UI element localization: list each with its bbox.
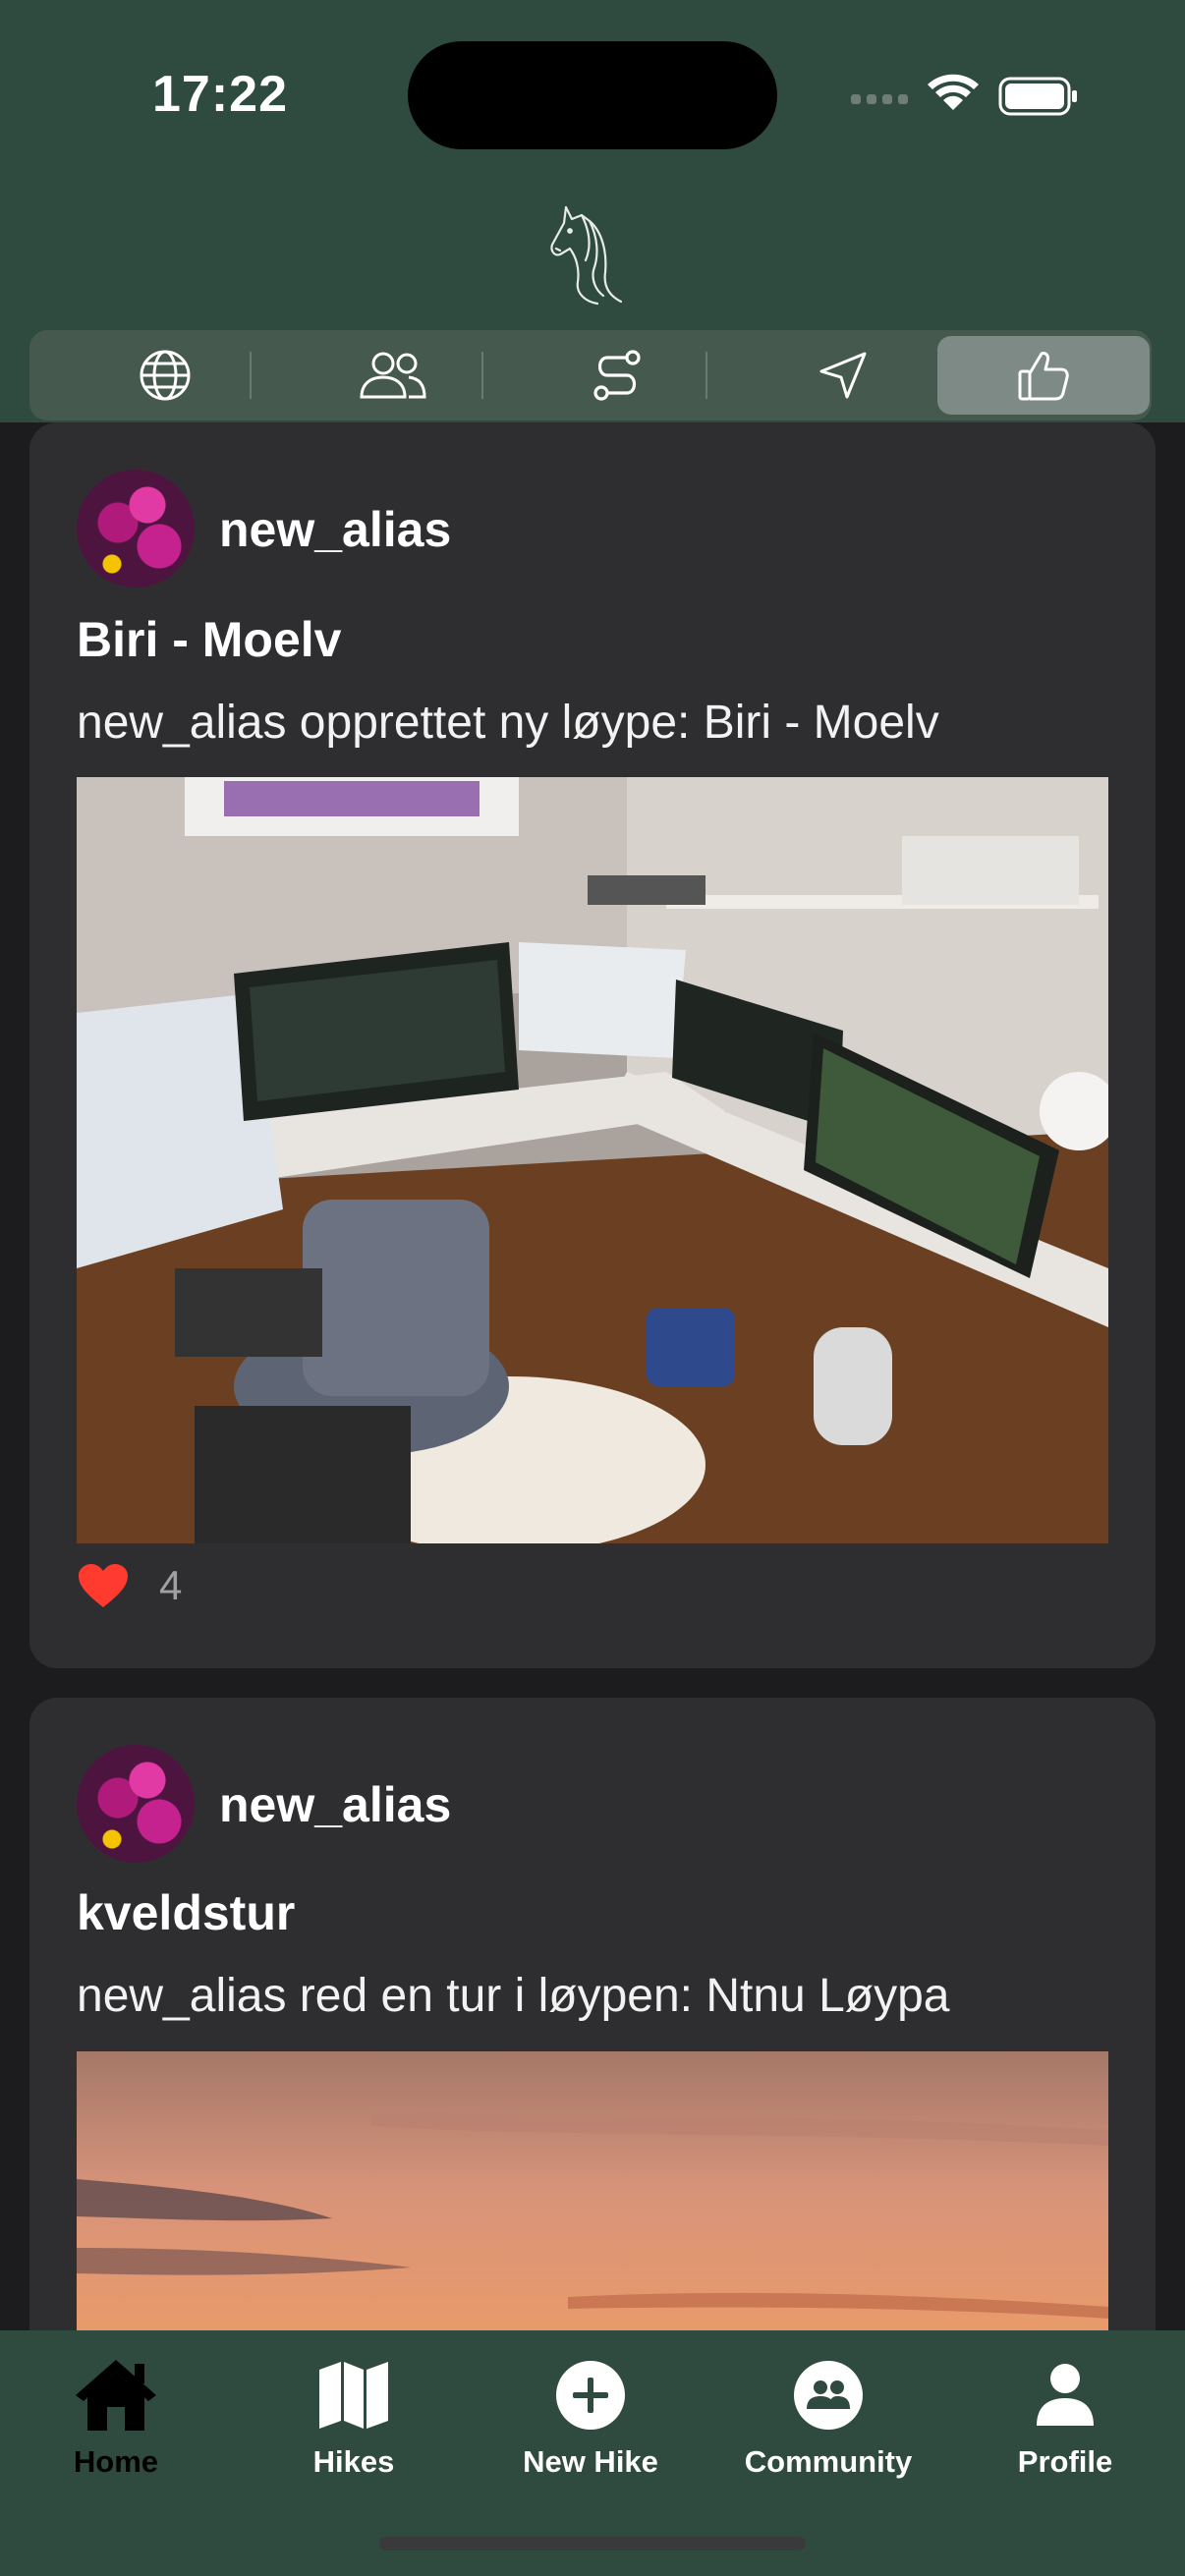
tab-label: New Hike	[523, 2444, 658, 2479]
dynamic-island	[408, 41, 777, 149]
tab-home[interactable]: Home	[8, 2354, 224, 2492]
segment-divider	[705, 352, 707, 399]
filter-tab-nearby[interactable]	[737, 336, 949, 415]
heart-icon[interactable]	[77, 1562, 130, 1609]
location-arrow-icon	[819, 352, 867, 399]
plus-circle-icon	[556, 2361, 625, 2430]
tab-label: Home	[73, 2444, 159, 2479]
like-count: 4	[159, 1562, 183, 1608]
person-icon	[1037, 2364, 1094, 2426]
post-card[interactable]: new_alias kveldstur new_alias red en tur…	[29, 1698, 1156, 2330]
wifi-icon	[928, 74, 979, 110]
tab-community[interactable]: Community	[720, 2354, 936, 2492]
activity-feed[interactable]: new_alias Biri - Moelv new_alias opprett…	[0, 422, 1185, 2330]
like-row: 4	[77, 1562, 182, 1609]
filter-tab-routes[interactable]	[511, 336, 723, 415]
avatar[interactable]	[77, 470, 195, 588]
thumbs-up-icon	[1018, 352, 1069, 401]
segment-divider	[481, 352, 483, 399]
post-username[interactable]: new_alias	[219, 1776, 451, 1833]
signal-icon	[851, 94, 908, 104]
post-title: Biri - Moelv	[77, 612, 342, 667]
status-icons	[851, 74, 1077, 116]
tab-label: Community	[744, 2444, 913, 2479]
house-icon	[76, 2360, 156, 2431]
post-description: new_alias red en tur i løypen: Ntnu Løyp…	[77, 1970, 950, 2022]
post-photo[interactable]	[77, 2051, 1108, 2330]
people-icon	[360, 352, 426, 399]
post-card[interactable]: new_alias Biri - Moelv new_alias opprett…	[29, 422, 1156, 1668]
home-indicator[interactable]	[379, 2537, 806, 2550]
tab-hikes[interactable]: Hikes	[246, 2354, 462, 2492]
post-photo[interactable]	[77, 777, 1108, 1543]
horse-logo-icon	[550, 205, 623, 306]
map-icon	[319, 2362, 388, 2429]
post-title: kveldstur	[77, 1885, 296, 1940]
avatar[interactable]	[77, 1745, 195, 1863]
globe-icon	[140, 350, 191, 401]
segment-divider	[250, 352, 252, 399]
tab-profile[interactable]: Profile	[957, 2354, 1173, 2492]
tab-label: Profile	[1017, 2444, 1113, 2479]
post-username[interactable]: new_alias	[219, 501, 451, 558]
post-description: new_alias opprettet ny løype: Biri - Moe…	[77, 697, 939, 749]
battery-icon	[998, 77, 1077, 116]
status-time: 17:22	[152, 66, 288, 123]
community-icon	[794, 2361, 863, 2430]
tab-label: Hikes	[312, 2444, 395, 2479]
filter-tab-friends[interactable]	[287, 336, 499, 415]
app-header: 17:22	[0, 0, 1185, 422]
filter-tab-liked[interactable]	[937, 336, 1150, 415]
tab-new-hike[interactable]: New Hike	[482, 2354, 699, 2492]
filter-tab-global[interactable]	[59, 336, 271, 415]
route-icon	[593, 350, 641, 401]
feed-filter-segmented-control	[29, 330, 1152, 420]
